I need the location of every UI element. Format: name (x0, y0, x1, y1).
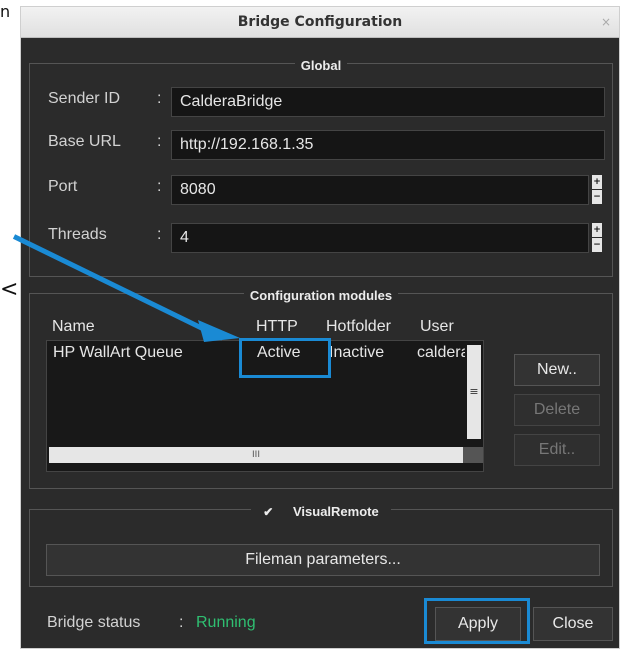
threads-decrement-icon[interactable]: − (592, 238, 602, 253)
cell-user: caldera (417, 344, 465, 361)
configuration-modules-group: Configuration modules Name HTTP Hotfolde… (29, 288, 613, 489)
port-sep: : (157, 178, 162, 195)
port-decrement-icon[interactable]: − (592, 190, 602, 205)
bridge-status-label: Bridge status (47, 614, 141, 631)
column-header-name[interactable]: Name (52, 318, 95, 336)
threads-sep: : (157, 226, 162, 243)
dialog-title: Bridge Configuration (237, 14, 403, 30)
table-horizontal-scrollbar[interactable]: III (49, 447, 483, 463)
threads-label: Threads (48, 226, 107, 243)
cell-hotfolder: Inactive (329, 344, 385, 361)
edge-fragment-top: n (0, 2, 11, 21)
fileman-parameters-button[interactable]: Fileman parameters... (46, 544, 600, 576)
table-vertical-scrollbar[interactable]: ≡ (467, 345, 481, 439)
threads-field[interactable]: 4 (171, 223, 589, 253)
sender-id-field[interactable]: CalderaBridge (171, 87, 605, 117)
bridge-configuration-dialog: Bridge Configuration × Global Sender ID … (20, 6, 620, 649)
dialog-titlebar: Bridge Configuration × (21, 7, 619, 38)
column-header-http[interactable]: HTTP (256, 318, 298, 336)
vscroll-grip-icon: ≡ (469, 385, 479, 398)
edit-module-button[interactable]: Edit.. (514, 434, 600, 466)
delete-module-button[interactable]: Delete (514, 394, 600, 426)
close-button[interactable]: Close (533, 607, 613, 641)
annotation-box-apply (424, 598, 530, 644)
port-increment-icon[interactable]: + (592, 175, 602, 190)
new-module-button[interactable]: New.. (514, 354, 600, 386)
bridge-status-sep: : (179, 614, 184, 631)
modules-legend: Configuration modules (243, 288, 399, 303)
column-header-hotfolder[interactable]: Hotfolder (326, 318, 391, 336)
bridge-status-value: Running (196, 614, 256, 631)
threads-increment-icon[interactable]: + (592, 223, 602, 238)
edge-fragment-left: < (0, 277, 19, 302)
visualremote-legend: VisualRemote (286, 504, 385, 519)
sender-id-sep: : (157, 90, 162, 107)
visualremote-group: ✔ VisualRemote Fileman parameters... (29, 504, 613, 587)
base-url-sep: : (157, 133, 162, 150)
global-group: Global Sender ID : CalderaBridge Base UR… (29, 58, 613, 277)
threads-stepper[interactable]: + − (592, 223, 602, 253)
global-legend: Global (294, 58, 348, 73)
annotation-arrowhead-icon (198, 320, 240, 342)
base-url-label: Base URL (48, 133, 121, 150)
hscroll-thumb[interactable]: III (49, 447, 463, 463)
port-label: Port (48, 178, 78, 195)
base-url-field[interactable]: http://192.168.1.35 (171, 130, 605, 160)
visualremote-checkbox[interactable]: ✔ (257, 505, 280, 519)
port-field[interactable]: 8080 (171, 175, 589, 205)
close-icon[interactable]: × (601, 7, 611, 37)
hscroll-grip-icon: III (252, 450, 260, 460)
port-stepper[interactable]: + − (592, 175, 602, 205)
column-header-user[interactable]: User (420, 318, 454, 336)
sender-id-label: Sender ID (48, 90, 121, 107)
